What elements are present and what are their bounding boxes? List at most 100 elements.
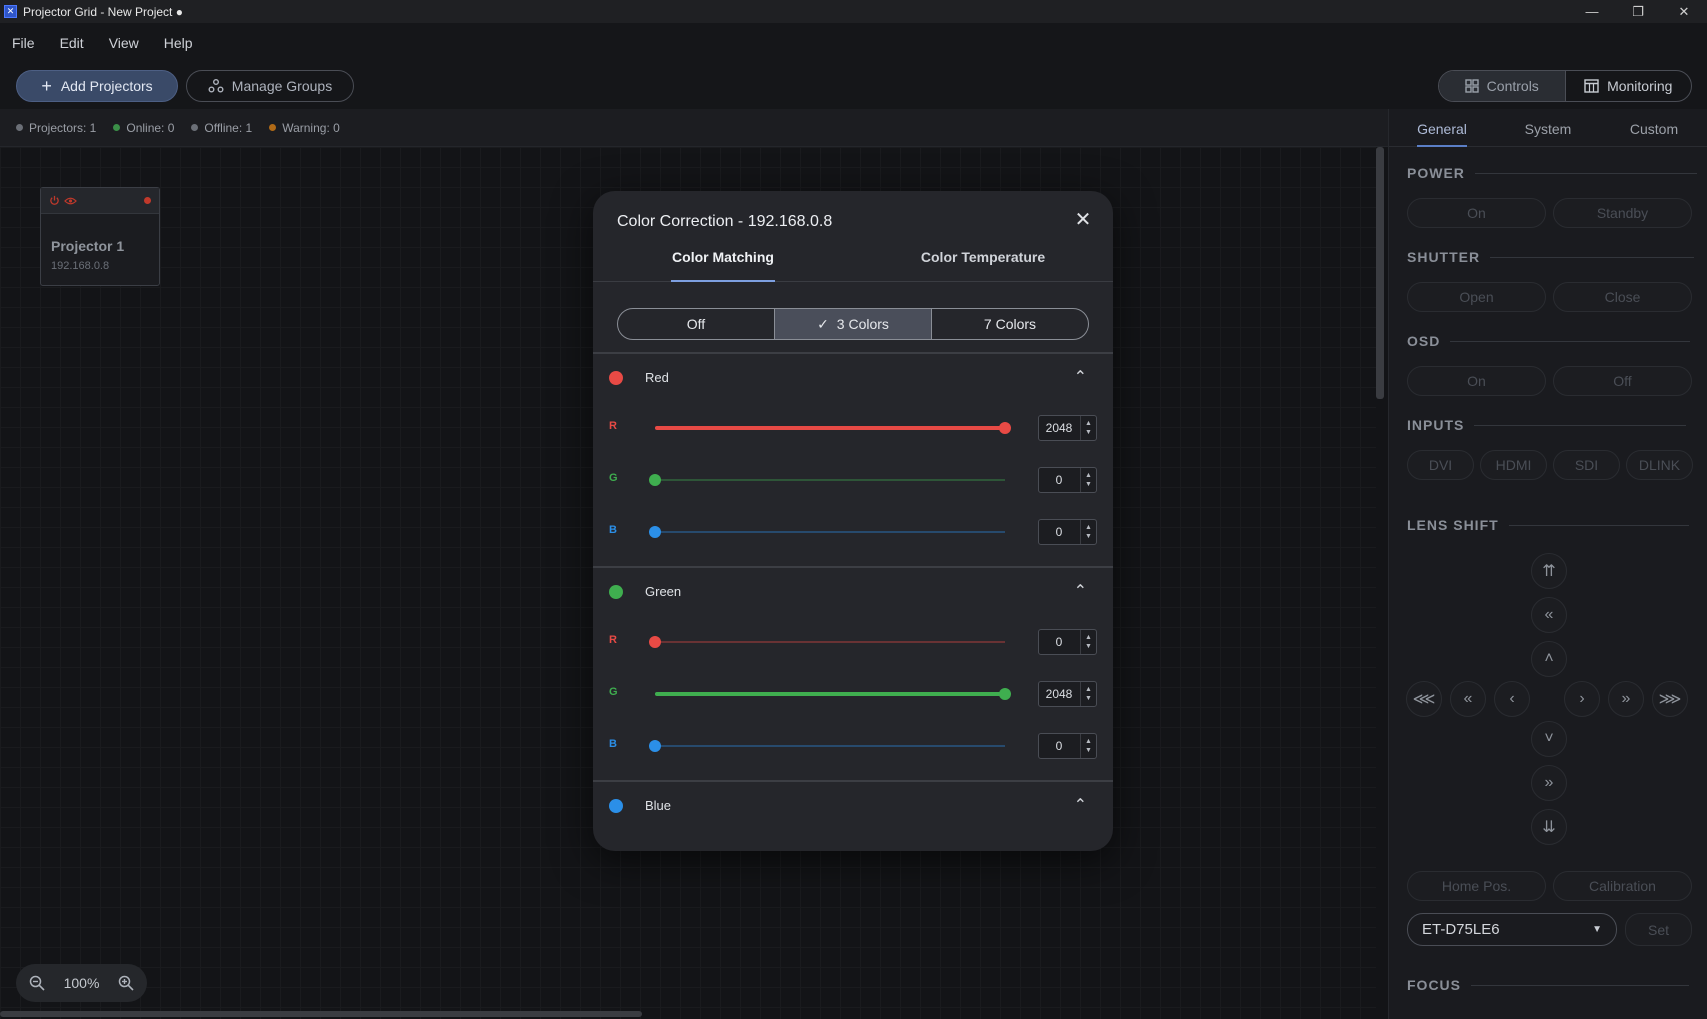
group-header-green[interactable]: Green ⌃: [593, 577, 1113, 607]
chevron-up-icon[interactable]: ⌃: [1074, 581, 1087, 601]
slider-track[interactable]: [655, 745, 1005, 747]
minimize-icon[interactable]: —: [1569, 0, 1615, 23]
shift-left-icon[interactable]: ‹: [1494, 681, 1530, 717]
add-projectors-button[interactable]: + Add Projectors: [16, 70, 178, 102]
input-dlink-button[interactable]: DLINK: [1626, 450, 1693, 480]
group-header-red[interactable]: Red ⌃: [593, 363, 1113, 393]
shift-right-fast-icon[interactable]: ⋙: [1652, 681, 1688, 717]
window-title: Projector Grid - New Project ●: [23, 4, 183, 19]
status-bar: Projectors: 1 Online: 0 Offline: 1 Warni…: [0, 109, 1388, 147]
shift-left-medium-icon[interactable]: «: [1450, 681, 1486, 717]
value-stepper[interactable]: 0 ▲ ▼: [1038, 733, 1097, 759]
shift-right-icon[interactable]: ›: [1564, 681, 1600, 717]
power-on-button[interactable]: On: [1407, 198, 1546, 228]
value-stepper[interactable]: 0 ▲ ▼: [1038, 467, 1097, 493]
monitoring-view-button[interactable]: Monitoring: [1566, 71, 1692, 101]
tab-custom[interactable]: Custom: [1601, 121, 1707, 146]
value-stepper[interactable]: 0 ▲ ▼: [1038, 519, 1097, 545]
canvas-horizontal-scrollbar[interactable]: [0, 1011, 642, 1017]
stat-online: Online: 0: [113, 121, 174, 135]
slider-row: R 2048 ▲ ▼: [593, 415, 1113, 441]
manage-groups-button[interactable]: Manage Groups: [186, 70, 354, 102]
canvas-vertical-scrollbar[interactable]: [1376, 147, 1384, 399]
shutter-close-button[interactable]: Close: [1553, 282, 1692, 312]
input-dvi-button[interactable]: DVI: [1407, 450, 1474, 480]
channel-label: B: [609, 738, 617, 750]
tab-color-matching[interactable]: Color Matching: [593, 247, 853, 282]
input-hdmi-button[interactable]: HDMI: [1480, 450, 1547, 480]
slider-thumb[interactable]: [649, 474, 661, 486]
shutter-open-button[interactable]: Open: [1407, 282, 1546, 312]
slider-thumb[interactable]: [649, 526, 661, 538]
mode-off-button[interactable]: Off: [618, 309, 775, 339]
toolbar: + Add Projectors Manage Groups Controls …: [0, 63, 1707, 109]
shift-down-fast-icon[interactable]: ⇊: [1531, 809, 1567, 845]
close-icon[interactable]: ✕: [1071, 207, 1095, 231]
slider-track[interactable]: [655, 531, 1005, 533]
status-dot: [269, 124, 277, 131]
close-window-icon[interactable]: ✕: [1661, 0, 1707, 23]
power-standby-button[interactable]: Standby: [1553, 198, 1692, 228]
set-lens-button[interactable]: Set: [1625, 913, 1692, 946]
slider-track[interactable]: [655, 641, 1005, 643]
shift-up-icon[interactable]: ˄: [1531, 641, 1567, 677]
monitoring-label: Monitoring: [1607, 78, 1673, 94]
controls-view-button[interactable]: Controls: [1439, 71, 1566, 101]
chevron-up-icon[interactable]: ⌃: [1074, 795, 1087, 815]
slider-thumb[interactable]: [999, 422, 1011, 434]
slider-track[interactable]: [655, 479, 1005, 481]
slider-thumb[interactable]: [649, 636, 661, 648]
slider-row: R 0 ▲ ▼: [593, 629, 1113, 655]
spin-arrows-icon[interactable]: ▲ ▼: [1080, 520, 1096, 544]
shift-right-medium-icon[interactable]: »: [1608, 681, 1644, 717]
shift-up-fast-icon[interactable]: ⇈: [1531, 553, 1567, 589]
tab-general[interactable]: General: [1389, 121, 1495, 147]
slider-thumb[interactable]: [999, 688, 1011, 700]
offline-status-dot: [144, 197, 151, 204]
lens-model-select[interactable]: ET-D75LE6 ▼: [1407, 913, 1617, 946]
slider-thumb[interactable]: [649, 740, 661, 752]
spin-arrows-icon[interactable]: ▲ ▼: [1080, 682, 1096, 706]
tab-color-temperature[interactable]: Color Temperature: [853, 247, 1113, 281]
menu-edit[interactable]: Edit: [60, 35, 84, 51]
spin-arrows-icon[interactable]: ▲ ▼: [1080, 416, 1096, 440]
restore-icon[interactable]: ❐: [1615, 0, 1661, 23]
spin-arrows-icon[interactable]: ▲ ▼: [1080, 630, 1096, 654]
mode-7-colors-button[interactable]: 7 Colors: [932, 309, 1088, 339]
power-icon: [50, 195, 59, 205]
projector-card[interactable]: Projector 1 192.168.0.8: [40, 187, 160, 286]
menu-view[interactable]: View: [109, 35, 139, 51]
calibration-button[interactable]: Calibration: [1553, 871, 1692, 901]
osd-on-button[interactable]: On: [1407, 366, 1546, 396]
channel-label: G: [609, 472, 618, 484]
menu-file[interactable]: File: [12, 35, 35, 51]
shift-down-medium-icon[interactable]: »: [1531, 765, 1567, 801]
stepper-value: 0: [1055, 635, 1063, 649]
red-swatch: [609, 371, 623, 385]
stepper-value: 2048: [1045, 687, 1073, 701]
home-position-button[interactable]: Home Pos.: [1407, 871, 1546, 901]
shift-left-fast-icon[interactable]: ⋘: [1406, 681, 1442, 717]
add-projectors-label: Add Projectors: [60, 78, 153, 94]
input-sdi-button[interactable]: SDI: [1553, 450, 1620, 480]
status-dot: [16, 124, 23, 131]
osd-section-title: OSD: [1407, 333, 1691, 349]
group-header-blue[interactable]: Blue ⌃: [593, 791, 1113, 821]
value-stepper[interactable]: 2048 ▲ ▼: [1038, 681, 1097, 707]
tab-system[interactable]: System: [1495, 121, 1601, 146]
chevron-up-icon[interactable]: ⌃: [1074, 367, 1087, 387]
spin-arrows-icon[interactable]: ▲ ▼: [1080, 468, 1096, 492]
shift-up-medium-icon[interactable]: «: [1531, 597, 1567, 633]
value-stepper[interactable]: 0 ▲ ▼: [1038, 629, 1097, 655]
zoom-in-icon[interactable]: [118, 975, 134, 991]
menu-help[interactable]: Help: [164, 35, 193, 51]
spin-arrows-icon[interactable]: ▲ ▼: [1080, 734, 1096, 758]
shift-down-icon[interactable]: ˅: [1531, 721, 1567, 757]
osd-off-button[interactable]: Off: [1553, 366, 1692, 396]
title-bar: ✕ Projector Grid - New Project ● — ❐ ✕: [0, 0, 1707, 23]
value-stepper[interactable]: 2048 ▲ ▼: [1038, 415, 1097, 441]
grid-icon: [1464, 79, 1479, 93]
zoom-out-icon[interactable]: [29, 975, 45, 991]
mode-3-colors-button[interactable]: ✓ 3 Colors: [775, 309, 932, 339]
controls-label: Controls: [1486, 78, 1539, 94]
